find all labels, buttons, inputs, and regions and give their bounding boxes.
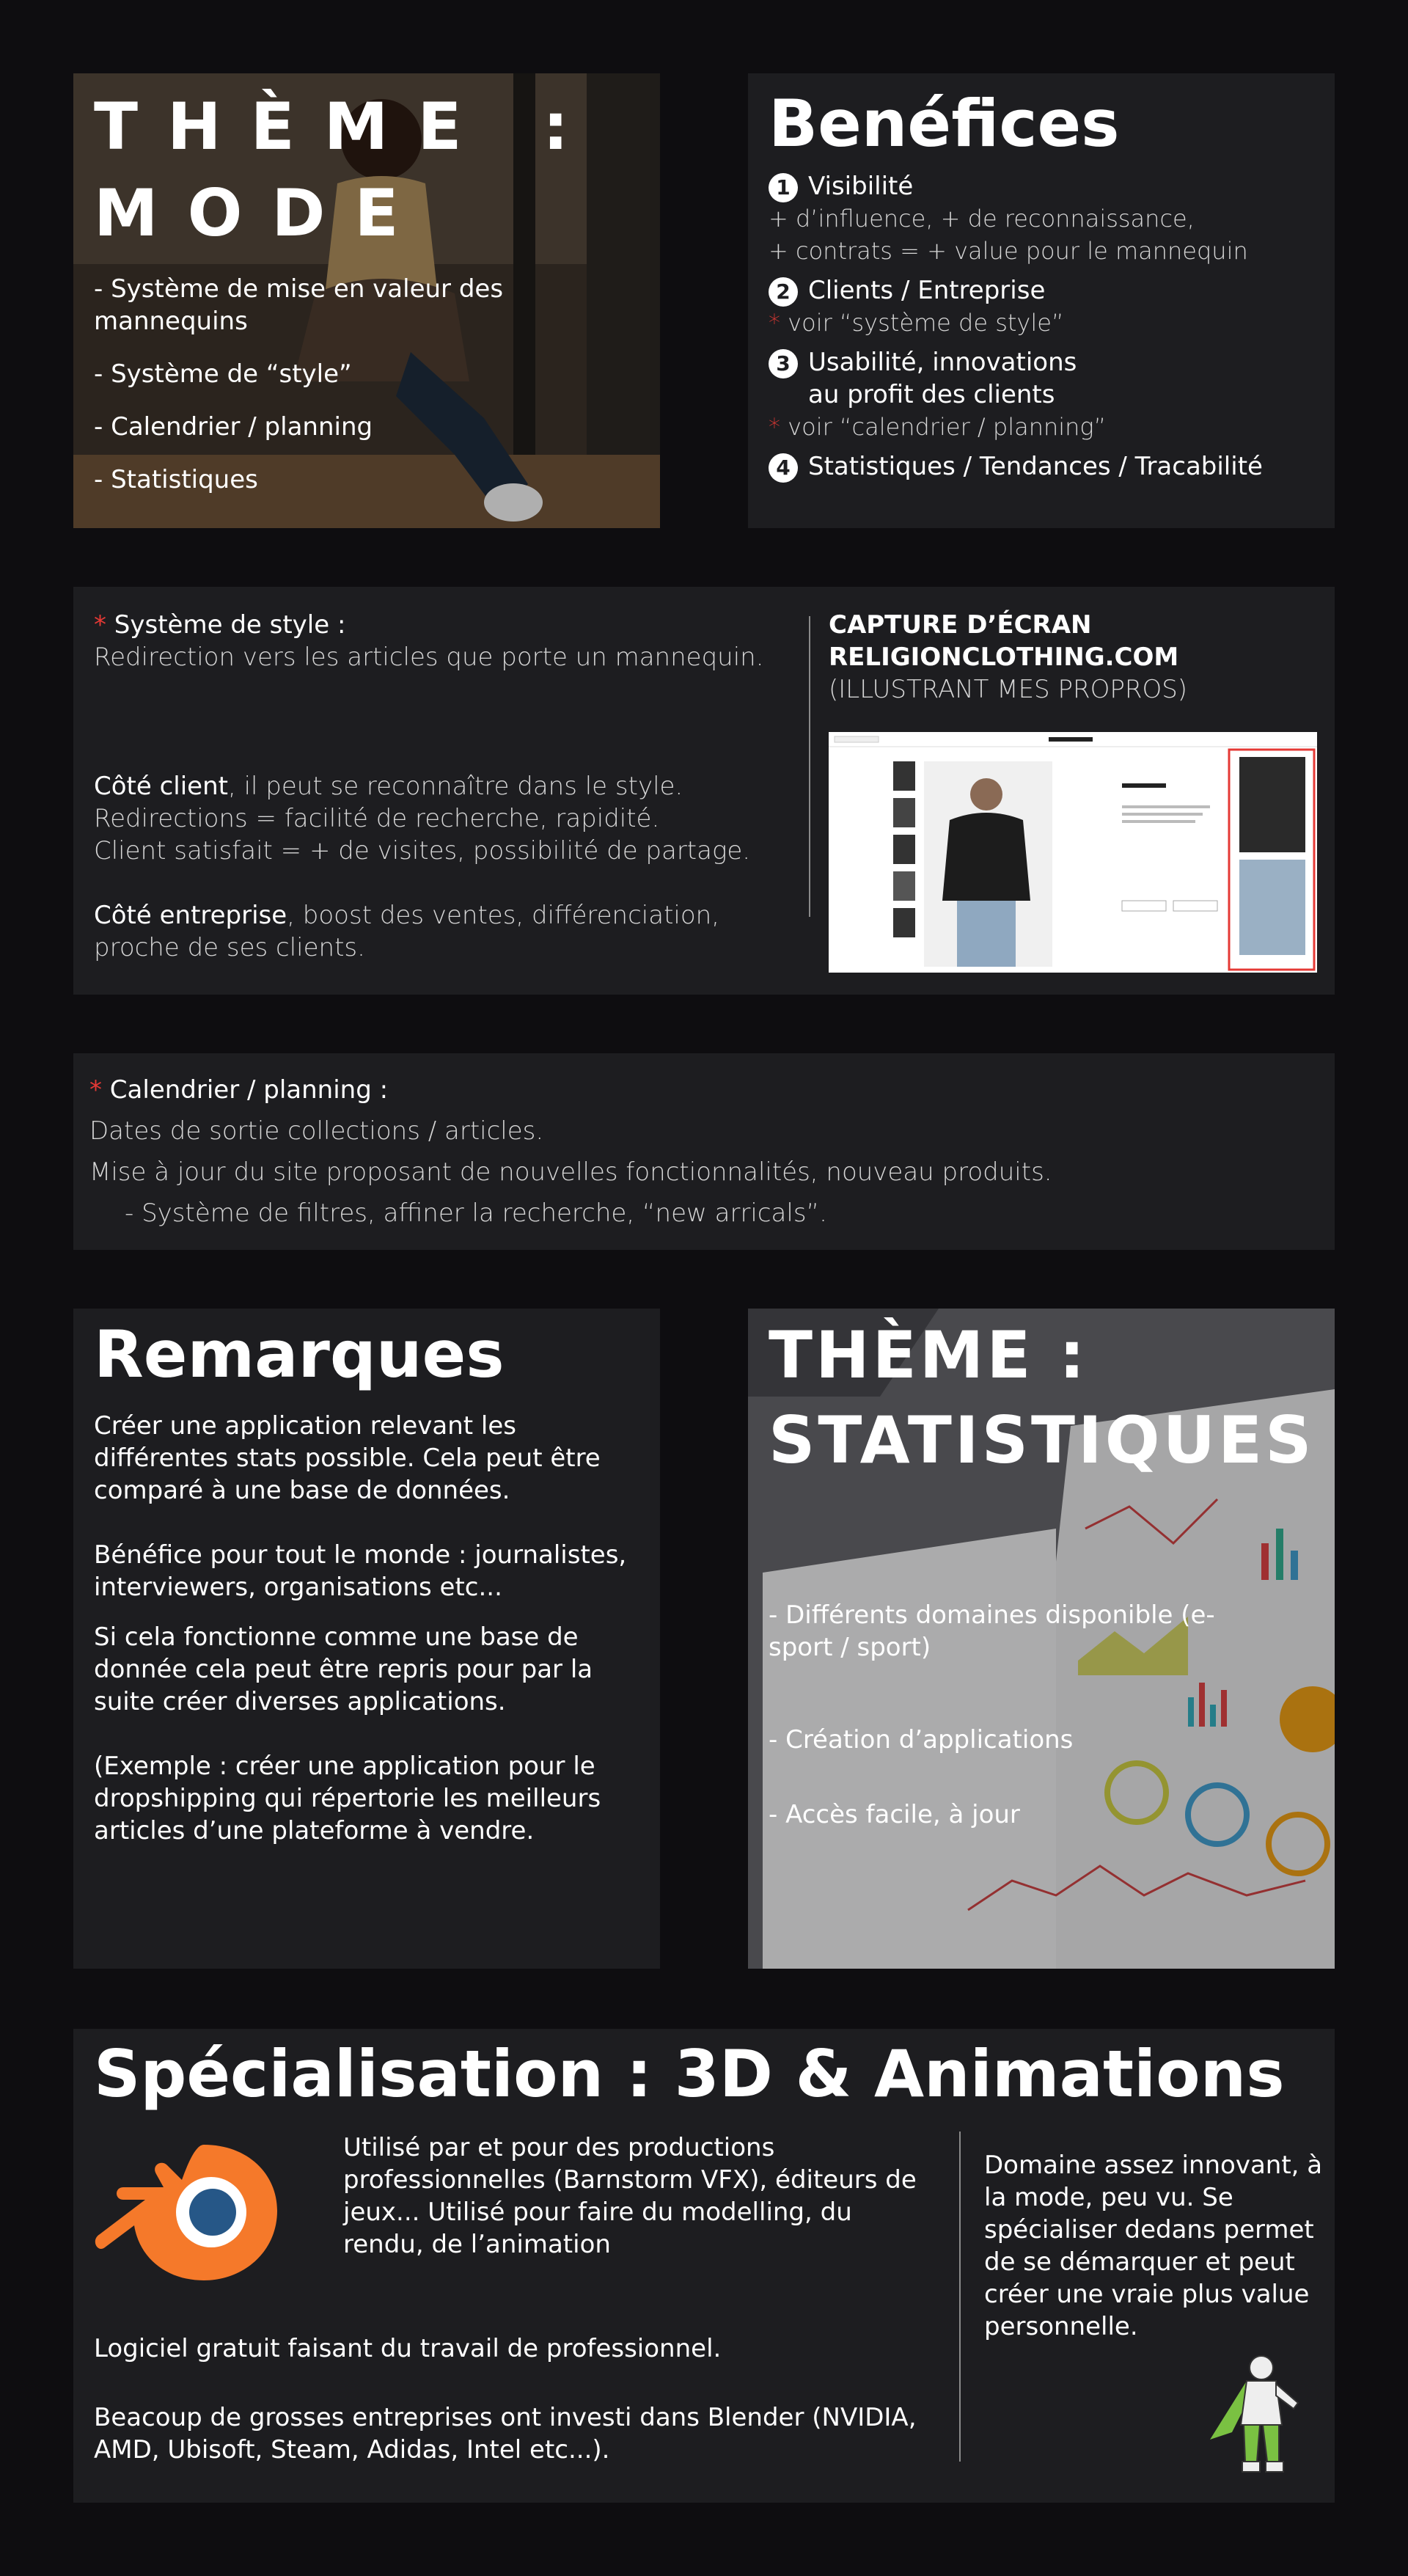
theme-mode-card: THÈME : MODE - Système de mise en valeur…	[73, 73, 660, 528]
style-system-heading: * Système de style :	[94, 610, 346, 640]
benefit-usabilite: 3 Usabilité, innovations au profit des cli…	[769, 346, 1314, 411]
benefit-statistiques: 4 Statistiques / Tendances / Tracabilité	[769, 450, 1314, 483]
blender-usage-text: Utilisé par et pour des productions prof…	[343, 2133, 917, 2259]
list-item: - Statistiques	[94, 465, 258, 494]
number-1-icon: 1	[769, 172, 798, 202]
theme-mode-title: THÈME : MODE	[94, 89, 598, 251]
style-system-card: * Système de style : Redirection vers le…	[73, 587, 1335, 995]
style-system-text: * Système de style : Redirection vers le…	[94, 609, 857, 964]
vertical-divider	[959, 2132, 961, 2462]
vertical-divider	[809, 616, 810, 917]
remarques-title: Remarques	[94, 1317, 505, 1392]
specialisation-card: Spécialisation : 3D & Animations Utilisé…	[73, 2029, 1335, 2503]
benefit-clients-text: * voir “système de style”	[769, 309, 1064, 337]
benefit-usabilite-text: * voir “calendrier / planning”	[769, 413, 1107, 441]
calendar-heading: * Calendrier / planning :	[89, 1075, 389, 1105]
remarques-paragraph: (Exemple : créer une application pour le…	[94, 1752, 601, 1845]
remarques-paragraph: Si cela fonctionne comme une base de don…	[94, 1622, 593, 1716]
number-4-icon: 4	[769, 453, 798, 483]
website-screenshot	[829, 732, 1317, 973]
statistiques-list: - Différents domaines disponible (e-spor…	[769, 1599, 1253, 1831]
number-3-icon: 3	[769, 348, 798, 378]
remarques-paragraph: Bénéfice pour tout le monde : journalist…	[94, 1540, 627, 1602]
specialisation-title: Spécialisation : 3D & Animations	[94, 2036, 1285, 2112]
benefit-clients: 2 Clients / Entreprise	[769, 274, 1314, 307]
remarques-card: Remarques Créer une application relevant…	[73, 1309, 660, 1969]
calendar-card: * Calendrier / planning : Dates de sorti…	[73, 1053, 1335, 1250]
list-item: - Système de “style”	[94, 359, 352, 389]
blender-free-text: Logiciel gratuit faisant du travail de p…	[94, 2334, 917, 2465]
list-item: - Système de mise en valeur des mannequi…	[94, 274, 504, 336]
superhero-icon	[1210, 2355, 1299, 2473]
list-item: - Différents domaines disponible (e-spor…	[769, 1600, 1215, 1662]
enterprise-side-text: Côté entreprise, boost des ventes, diffé…	[94, 901, 720, 930]
benefices-card: Benéfices 1 Visibilité + d’influence, + d…	[748, 73, 1335, 528]
theme-mode-list: - Système de mise en valeur des mannequi…	[94, 273, 660, 516]
theme-statistiques-card: THÈME : STATISTIQUES - Différents domain…	[748, 1309, 1335, 1969]
capture-caption: CAPTURE D’ÉCRAN RELIGIONCLOTHING.COM (IL…	[829, 610, 1188, 704]
specialisation-side-text: Domaine assez innovant, à la mode, peu v…	[984, 2151, 1323, 2341]
blender-logo-icon	[95, 2145, 277, 2280]
client-side-text: Côté client, il peut se reconnaître dans…	[94, 772, 683, 801]
list-item: - Accès facile, à jour	[769, 1800, 1020, 1829]
benefit-visibilite: 1 Visibilité	[769, 170, 1314, 202]
number-2-icon: 2	[769, 277, 798, 307]
benefit-visibilite-text: + d’influence, + de reconnaissance, + con…	[769, 205, 1248, 265]
remarques-paragraph: Créer une application relevant les diffé…	[94, 1411, 601, 1505]
benefices-title: Benéfices	[769, 86, 1120, 161]
list-item: - Calendrier / planning	[94, 412, 373, 442]
theme-statistiques-title: THÈME : STATISTIQUES	[769, 1317, 1315, 1478]
list-item: - Création d’applications	[769, 1725, 1074, 1754]
